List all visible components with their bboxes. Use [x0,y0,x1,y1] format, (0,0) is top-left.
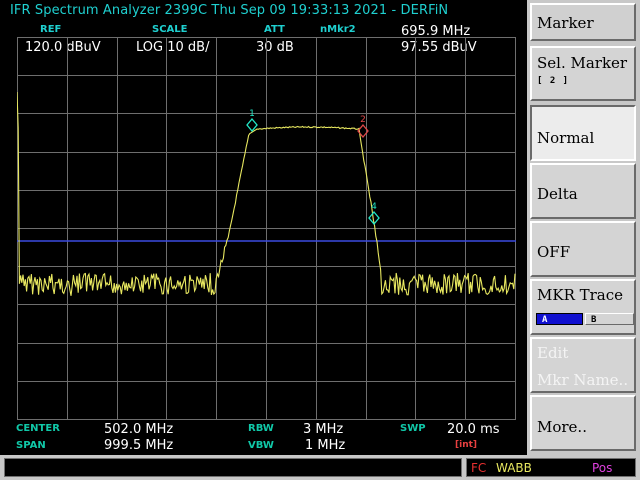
softkey-off[interactable]: OFF [530,221,636,277]
selected-marker-number: [ 2 ] [537,76,570,86]
softkey-marker-label: Marker [537,14,594,32]
softkey-more[interactable]: More.. [530,395,636,451]
softkey-delta[interactable]: Delta [530,163,636,219]
softkey-marker-title: Marker [530,3,636,41]
ref-label: REF [40,24,62,35]
marker-readout-label: nMkr2 [320,24,356,35]
marker-1[interactable]: 1 [246,109,258,133]
marker-number: 1 [249,109,255,119]
softkey-more-label: More.. [537,418,587,436]
softkey-mkr-trace[interactable]: MKR Trace A B [530,279,636,335]
span-label: SPAN [16,440,46,451]
message-box [4,458,462,477]
att-label: ATT [264,24,285,35]
rbw-label: RBW [248,423,274,434]
wabb-flag: WABB [496,461,532,475]
softkey-edit-line1: Edit [537,344,569,362]
pos-flag: Pos [592,461,613,475]
sweep-value: 20.0 ms [447,422,500,437]
softkey-edit-mkr-name[interactable]: Edit Mkr Name.. [530,337,636,393]
trace-selector: A B [536,313,634,325]
softkey-panel: Marker Sel. Marker [ 2 ] Normal Delta OF… [527,0,640,480]
analyzer-screen: IFR Spectrum Analyzer 2399C Thu Sep 09 1… [0,0,527,480]
vbw-value: 1 MHz [305,438,346,453]
grid-lines [17,37,516,420]
trace-b-button[interactable]: B [585,313,634,325]
status-flags: FC WABB Pos [466,458,636,477]
softkey-delta-label: Delta [537,185,578,203]
sweep-label: SWP [400,423,426,434]
rbw-value: 3 MHz [303,422,344,437]
fc-flag: FC [471,461,487,475]
softkey-off-label: OFF [537,243,571,261]
marker-number: 2 [360,115,366,125]
softkey-normal[interactable]: Normal [530,105,636,161]
center-value: 502.0 MHz [104,422,174,437]
trace-a-button[interactable]: A [536,313,583,325]
softkey-sel-marker-label: Sel. Marker [537,54,628,72]
softkey-mkr-trace-label: MKR Trace [537,286,624,304]
scale-label: SCALE [152,24,188,35]
center-label: CENTER [16,423,60,434]
diamond-marker-icon [246,117,258,133]
marker-number: 4 [371,202,377,212]
instrument-title: IFR Spectrum Analyzer 2399C Thu Sep 09 1… [10,3,449,18]
softkey-sel-marker[interactable]: Sel. Marker [ 2 ] [530,46,636,101]
softkey-normal-label: Normal [537,129,595,147]
softkey-edit-line2: Mkr Name.. [537,371,629,389]
spectrum-graticule[interactable]: 1 2 4 [17,37,516,420]
vbw-label: VBW [248,440,274,451]
span-value: 999.5 MHz [104,438,174,453]
sweep-mode: [int] [455,440,478,450]
